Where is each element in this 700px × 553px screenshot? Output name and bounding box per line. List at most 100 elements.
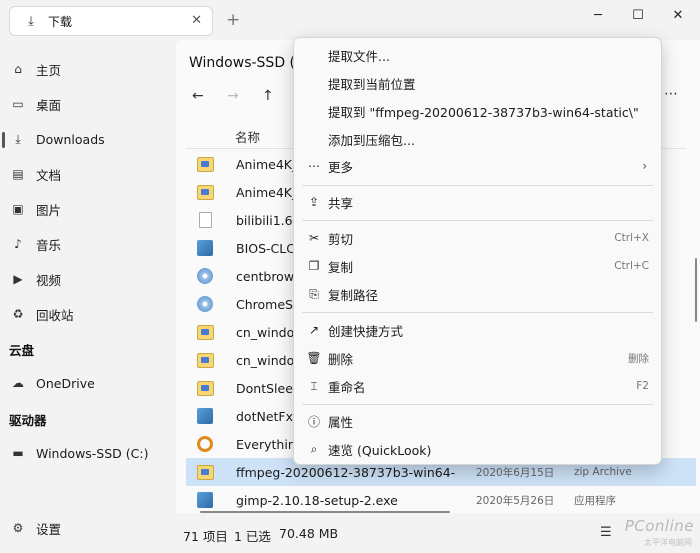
disc-icon <box>196 267 214 285</box>
sidebar-item-recycle-bin[interactable]: ♻ 回收站 <box>0 299 176 329</box>
download-icon: ⤓ <box>15 131 21 146</box>
close-tab-icon[interactable]: ✕ <box>191 13 202 28</box>
sidebar-item-videos[interactable]: ▶ 视频 <box>0 264 176 294</box>
up-arrow-icon[interactable]: ↑ <box>262 88 274 104</box>
menu-cut[interactable]: ✂ 剪切 Ctrl+X <box>298 225 657 251</box>
file-row[interactable]: gimp-2.10.18-setup-2.exe 2020年5月26日 应用程序 <box>186 486 696 513</box>
file-name: ffmpeg-20200612-38737b3-win64-static <box>236 464 456 480</box>
selected-count: 1 已选 <box>234 529 271 544</box>
sidebar-item-music[interactable]: ♪ 音乐 <box>0 229 176 259</box>
tab-title: 下载 <box>48 14 73 29</box>
sidebar-item-label: 图片 <box>36 202 62 218</box>
title-bar: ⤓ 下载 ✕ + ─ ☐ ✕ <box>0 0 700 40</box>
desktop-icon: ▭ <box>12 97 24 111</box>
item-count: 71 项目 <box>183 529 228 544</box>
close-window-button[interactable]: ✕ <box>668 8 688 23</box>
file-date: 2020年6月15日 <box>476 466 555 479</box>
sidebar-item-settings[interactable]: ⚙ 设置 <box>0 513 176 543</box>
chevron-right-icon: › <box>642 159 647 173</box>
sidebar-item-drive-c[interactable]: ▬ Windows-SSD (C:) <box>0 438 176 468</box>
vertical-scrollbar[interactable] <box>695 258 697 322</box>
info-icon: ⓘ <box>307 414 320 429</box>
menu-item-label: 提取到当前位置 <box>328 76 416 92</box>
back-arrow-icon[interactable]: ← <box>192 88 204 104</box>
menu-extract-to-folder[interactable]: 提取到 "ffmpeg-20200612-38737b3-win64-stati… <box>298 98 657 124</box>
tab-downloads[interactable]: ⤓ 下载 ✕ <box>9 6 213 36</box>
folder-icon <box>196 351 214 369</box>
menu-item-label: 提取文件... <box>328 48 390 64</box>
menu-extract-files[interactable]: 提取文件... <box>298 42 657 68</box>
status-bar: 71 项目 1 已选 70.48 MB ☰ PConline 太平洋电脑网 <box>176 513 700 553</box>
menu-rename[interactable]: ⌶ 重命名 F2 <box>298 373 657 399</box>
sidebar-item-desktop[interactable]: ▭ 桌面 <box>0 89 176 119</box>
sidebar-item-label: OneDrive <box>36 375 95 391</box>
cut-icon: ✂ <box>308 231 320 245</box>
menu-item-label: 速览 (QuickLook) <box>328 442 432 458</box>
maximize-button[interactable]: ☐ <box>628 8 648 23</box>
sidebar-item-pictures[interactable]: ▣ 图片 <box>0 194 176 224</box>
copy-path-icon: ⎘ <box>309 286 319 301</box>
new-tab-button[interactable]: + <box>226 10 240 30</box>
menu-add-to-archive[interactable]: 添加到压缩包... <box>298 126 657 152</box>
watermark-subtitle: 太平洋电脑网 <box>644 538 692 547</box>
menu-item-label: 删除 <box>328 351 354 367</box>
sidebar-item-label: 回收站 <box>36 307 74 323</box>
menu-more[interactable]: ⋯ 更多 › <box>298 153 657 179</box>
context-menu: 提取文件... 提取到当前位置 提取到 "ffmpeg-20200612-387… <box>293 37 662 465</box>
picture-icon: ▣ <box>12 202 24 216</box>
menu-item-label: 共享 <box>328 195 354 211</box>
menu-item-label: 创建快捷方式 <box>328 323 404 339</box>
sidebar-item-downloads[interactable]: ⤓ Downloads <box>0 124 176 154</box>
menu-copy-path[interactable]: ⎘ 复制路径 <box>298 281 657 307</box>
menu-delete[interactable]: 🗑 删除 删除 <box>298 345 657 371</box>
delete-icon: 🗑 <box>306 351 322 365</box>
quicklook-icon: ⌕ <box>310 441 318 456</box>
sidebar-item-home[interactable]: ⌂ 主页 <box>0 54 176 84</box>
sidebar-item-label: 桌面 <box>36 97 62 113</box>
menu-create-shortcut[interactable]: ↗ 创建快捷方式 <box>298 317 657 343</box>
drives-section-header: 驱动器 <box>9 413 47 428</box>
menu-extract-here[interactable]: 提取到当前位置 <box>298 70 657 96</box>
folder-icon <box>196 183 214 201</box>
menu-copy[interactable]: ❐ 复制 Ctrl+C <box>298 253 657 279</box>
setup-icon <box>196 239 214 257</box>
file-name: gimp-2.10.18-setup-2.exe <box>236 492 398 508</box>
shortcut-icon: ↗ <box>308 323 320 337</box>
folder-icon <box>196 155 214 173</box>
sidebar-item-label: 视频 <box>36 272 62 288</box>
menu-properties[interactable]: ⓘ 属性 <box>298 408 657 434</box>
column-header-name[interactable]: 名称 <box>235 127 260 146</box>
sidebar-item-onedrive[interactable]: ☁ OneDrive <box>0 368 176 398</box>
details-view-icon[interactable]: ☰ <box>600 525 612 540</box>
menu-share[interactable]: ⇪ 共享 <box>298 189 657 215</box>
sidebar-item-label: 设置 <box>36 521 62 537</box>
zip-folder-icon <box>196 463 214 481</box>
selected-size: 70.48 MB <box>279 526 339 541</box>
menu-separator <box>302 404 653 405</box>
sidebar-item-label: 主页 <box>36 62 62 78</box>
menu-item-label: 添加到压缩包... <box>328 132 415 148</box>
menu-item-label: 复制 <box>328 259 354 275</box>
more-options-icon[interactable]: ⋯ <box>664 86 678 102</box>
forward-arrow-icon[interactable]: → <box>227 88 239 104</box>
menu-quicklook[interactable]: ⌕ 速览 (QuickLook) <box>298 436 657 462</box>
sidebar: ⌂ 主页 ▭ 桌面 ⤓ Downloads ▤ 文档 ▣ 图片 ♪ 音乐 ▶ 视… <box>0 40 176 553</box>
menu-item-label: 复制路径 <box>328 287 379 303</box>
menu-shortcut: 删除 <box>628 352 649 365</box>
more-icon: ⋯ <box>308 159 320 173</box>
menu-shortcut: Ctrl+C <box>614 260 649 272</box>
file-type: zip Archive <box>574 466 632 478</box>
folder-icon <box>196 323 214 341</box>
document-icon: ▤ <box>12 167 24 181</box>
menu-item-label: 重命名 <box>328 379 366 395</box>
cloud-icon: ☁ <box>12 376 24 390</box>
setup-icon <box>196 407 214 425</box>
setup-icon <box>196 491 214 509</box>
menu-separator <box>302 220 653 221</box>
gear-icon: ⚙ <box>12 521 24 535</box>
music-icon: ♪ <box>14 237 22 251</box>
file-type: 应用程序 <box>574 494 616 507</box>
minimize-button[interactable]: ─ <box>588 8 608 23</box>
drive-icon: ▬ <box>12 446 24 460</box>
sidebar-item-documents[interactable]: ▤ 文档 <box>0 159 176 189</box>
